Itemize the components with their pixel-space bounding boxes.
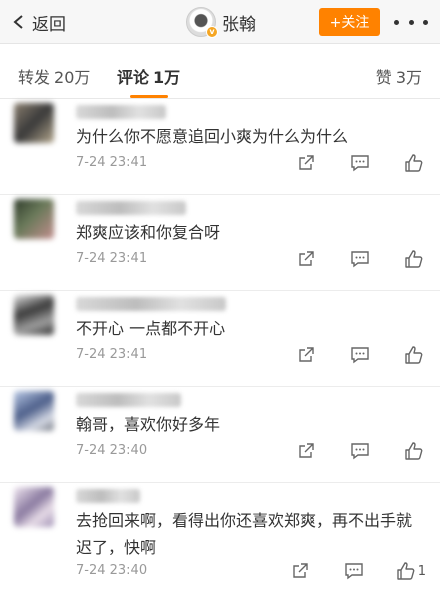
comment-icon[interactable] xyxy=(342,561,366,581)
tab-like[interactable]: 赞 3万 xyxy=(376,64,422,88)
avatar[interactable] xyxy=(14,103,54,143)
comment-actions xyxy=(264,249,426,269)
thumbs-up-icon[interactable]: 1 xyxy=(396,561,426,581)
thumbs-up-icon[interactable] xyxy=(402,249,426,269)
comment-list: 为什么你不愿意追回小爽为什么为什么 7-24 23:41 郑爽应该和你复合呀 7… xyxy=(0,99,440,607)
comment-icon[interactable] xyxy=(348,249,372,269)
share-icon[interactable] xyxy=(288,561,312,581)
avatar[interactable] xyxy=(14,199,54,239)
back-label: 返回 xyxy=(32,14,66,35)
avatar[interactable] xyxy=(14,295,54,335)
back-button[interactable]: 返回 xyxy=(12,8,66,36)
list-item: 去抢回来啊，看得出你还喜欢郑爽，再不出手就迟了，快啊 7-24 23:40 1 xyxy=(0,483,440,607)
comment-time: 7-24 23:40 xyxy=(76,563,148,578)
list-item: 为什么你不愿意追回小爽为什么为什么 7-24 23:41 xyxy=(0,99,440,195)
chevron-left-icon xyxy=(13,15,23,29)
top-navbar: 返回 v 张翰 +关注 xyxy=(0,0,440,44)
comment-text: 翰哥，喜欢你好多年 xyxy=(76,415,221,434)
avatar: v xyxy=(186,7,218,38)
avatar[interactable] xyxy=(14,487,54,527)
more-dot xyxy=(408,19,414,25)
tab-repost-count: 20万 xyxy=(54,68,91,87)
author-name: 张翰 xyxy=(222,14,256,35)
tab-comment-count: 1万 xyxy=(153,68,181,87)
share-icon[interactable] xyxy=(294,441,318,461)
username-blurred[interactable] xyxy=(76,489,140,503)
follow-button[interactable]: +关注 xyxy=(319,8,380,36)
username-blurred[interactable] xyxy=(76,297,226,311)
thumbs-up-icon[interactable] xyxy=(402,153,426,173)
comment-text: 郑爽应该和你复合呀 xyxy=(76,223,221,242)
username-blurred[interactable] xyxy=(76,393,181,407)
comment-time: 7-24 23:40 xyxy=(76,443,148,458)
list-item: 郑爽应该和你复合呀 7-24 23:41 xyxy=(0,195,440,291)
like-count: 1 xyxy=(417,563,426,579)
tab-repost-label: 转发 xyxy=(18,68,51,87)
username-blurred[interactable] xyxy=(76,105,166,119)
share-icon[interactable] xyxy=(294,249,318,269)
username-blurred[interactable] xyxy=(76,201,186,215)
comment-icon[interactable] xyxy=(348,441,372,461)
thumbs-up-icon[interactable] xyxy=(402,441,426,461)
thumbs-up-icon[interactable] xyxy=(402,345,426,365)
verified-icon: v xyxy=(206,26,218,38)
tab-comment[interactable]: 评论 1万 xyxy=(117,64,180,88)
list-item: 翰哥，喜欢你好多年 7-24 23:40 xyxy=(0,387,440,483)
comment-icon[interactable] xyxy=(348,153,372,173)
tab-bar: 转发 20万 评论 1万 赞 3万 xyxy=(0,44,440,99)
active-tab-indicator xyxy=(130,95,168,98)
comment-actions: 1 xyxy=(258,561,426,581)
tab-like-label: 赞 xyxy=(375,68,392,87)
comment-time: 7-24 23:41 xyxy=(76,251,148,266)
tab-like-count: 3万 xyxy=(395,68,422,87)
share-icon[interactable] xyxy=(294,153,318,173)
comment-text: 去抢回来啊，看得出你还喜欢郑爽，再不出手就迟了，快啊 xyxy=(76,511,413,557)
more-dot xyxy=(423,19,428,25)
author-info[interactable]: v 张翰 xyxy=(186,6,256,38)
comment-time: 7-24 23:41 xyxy=(76,155,148,170)
tab-comment-label: 评论 xyxy=(117,68,150,87)
share-icon[interactable] xyxy=(294,345,318,365)
tab-repost[interactable]: 转发 20万 xyxy=(18,64,90,88)
comment-text: 不开心 一点都不开心 xyxy=(76,319,226,338)
more-dot xyxy=(394,19,399,25)
comment-time: 7-24 23:41 xyxy=(76,347,148,362)
comment-actions xyxy=(264,441,426,461)
avatar[interactable] xyxy=(14,391,54,431)
comment-icon[interactable] xyxy=(348,345,372,365)
list-item: 不开心 一点都不开心 7-24 23:41 xyxy=(0,291,440,387)
comment-text: 为什么你不愿意追回小爽为什么为什么 xyxy=(76,127,349,146)
more-icon[interactable] xyxy=(394,12,428,32)
comment-actions xyxy=(264,153,426,173)
comment-actions xyxy=(264,345,426,365)
